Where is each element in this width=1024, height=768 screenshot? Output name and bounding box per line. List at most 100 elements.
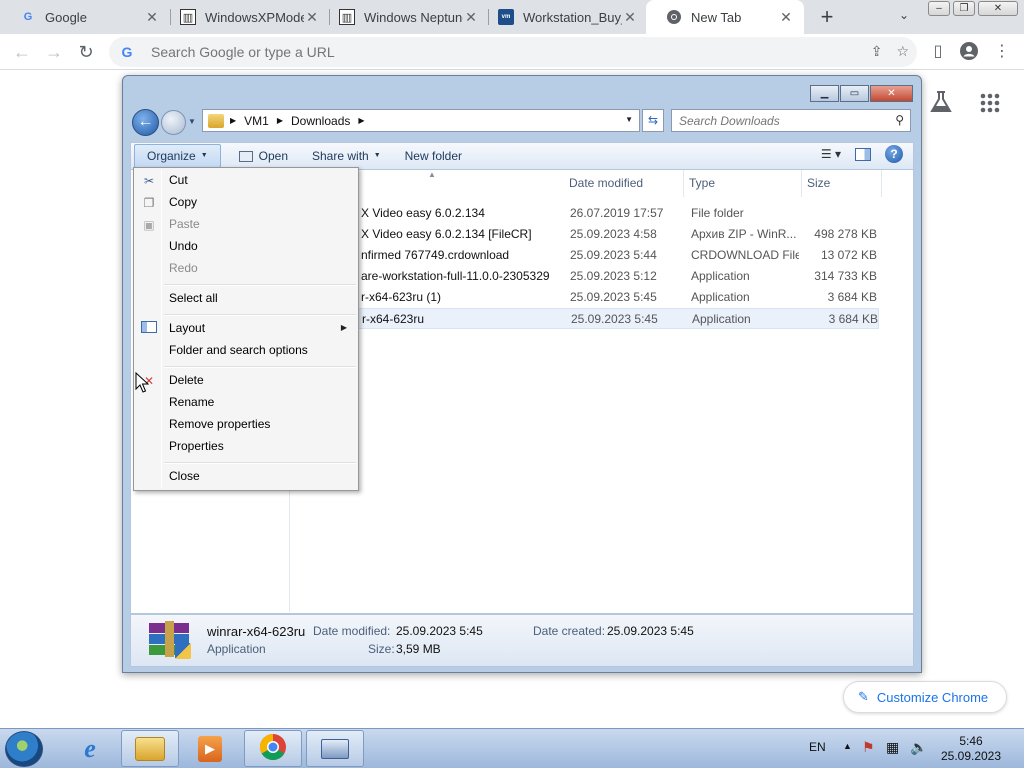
close-icon[interactable]: ✕: [778, 9, 794, 26]
open-button[interactable]: Open: [227, 144, 300, 168]
profile-avatar-icon[interactable]: [959, 42, 979, 62]
explorer-back-button[interactable]: ←: [132, 109, 159, 136]
forward-arrow-icon[interactable]: →: [42, 40, 66, 64]
open-label: Open: [258, 149, 288, 163]
file-size: 498 278 KB: [814, 227, 877, 241]
column-size[interactable]: Size: [802, 170, 882, 197]
tab-windows-neptune[interactable]: ▥ Windows Neptune ✕: [319, 0, 489, 34]
taskbar-explorer[interactable]: [121, 730, 179, 767]
customize-chrome-button[interactable]: ✎ Customize Chrome: [843, 681, 1007, 713]
column-type[interactable]: Type: [684, 170, 802, 197]
explorer-maximize-button[interactable]: ▭: [840, 85, 869, 102]
change-view-icon[interactable]: ☰ ▾: [821, 147, 841, 161]
column-date-modified[interactable]: Date modified: [564, 170, 684, 197]
explorer-forward-button[interactable]: [161, 110, 186, 135]
menu-item-label: Copy: [169, 195, 198, 209]
recent-pages-chevron-icon[interactable]: ▼: [188, 117, 196, 126]
menu-item-undo[interactable]: Undo: [137, 236, 355, 258]
menu-item-copy[interactable]: ❐ Copy: [137, 192, 355, 214]
omnibox[interactable]: G ⇪ ☆: [109, 37, 917, 67]
labs-flask-icon[interactable]: [930, 90, 952, 120]
tab-new-tab[interactable]: New Tab ✕: [646, 0, 804, 34]
tab-google[interactable]: G Google ✕: [0, 0, 170, 34]
menu-item-rename[interactable]: Rename: [137, 392, 355, 414]
menu-item-close[interactable]: Close: [137, 466, 355, 488]
maximize-button[interactable]: ❐: [953, 1, 975, 16]
taskbar-media-player[interactable]: ▶: [181, 730, 239, 767]
organize-button[interactable]: Organize ▼: [134, 144, 221, 168]
taskbar-internet-explorer[interactable]: e: [61, 730, 119, 767]
tab-title: Windows Neptune: [364, 9, 463, 25]
volume-muted-icon[interactable]: 🔈: [910, 739, 927, 756]
menu-item-select-all[interactable]: Select all: [137, 288, 355, 310]
menu-item-label: Redo: [169, 261, 198, 275]
refresh-button[interactable]: ⇆: [642, 109, 664, 132]
menu-item-cut[interactable]: ✂ Cut: [137, 170, 355, 192]
minimize-button[interactable]: –: [928, 1, 950, 16]
close-icon[interactable]: ✕: [622, 9, 638, 26]
scissors-icon: ✂: [143, 174, 155, 188]
show-hidden-icons-icon[interactable]: ▲: [843, 741, 852, 751]
menu-item-folder-options[interactable]: Folder and search options: [137, 340, 355, 362]
new-folder-button[interactable]: New folder: [393, 144, 474, 168]
google-apps-icon[interactable]: [980, 93, 1000, 119]
file-row-selected[interactable]: r-x64-623ru 25.09.2023 5:45 Application …: [291, 308, 879, 329]
close-window-button[interactable]: ✕: [978, 1, 1018, 16]
help-icon[interactable]: ?: [885, 145, 903, 163]
taskbar-chrome[interactable]: [244, 730, 302, 767]
breadcrumb-arrow-icon[interactable]: ▶: [358, 116, 364, 125]
pencil-icon: ✎: [858, 689, 869, 704]
star-icon[interactable]: ☆: [896, 43, 909, 60]
action-center-flag-icon[interactable]: ⚑: [862, 739, 875, 756]
file-date: 25.09.2023 5:44: [570, 248, 657, 262]
menu-item-layout[interactable]: Layout ▶: [137, 318, 355, 340]
breadcrumb-vm1[interactable]: VM1: [244, 114, 269, 128]
file-row[interactable]: are-workstation-full-11.0.0-2305329 25.0…: [291, 266, 879, 287]
menu-item-remove-properties[interactable]: Remove properties: [137, 414, 355, 436]
file-name: X Video easy 6.0.2.134: [361, 206, 485, 220]
reload-icon[interactable]: ↻: [74, 40, 98, 64]
menu-item-properties[interactable]: Properties: [137, 436, 355, 458]
file-row[interactable]: r-x64-623ru (1) 25.09.2023 5:45 Applicat…: [291, 287, 879, 308]
menu-item-delete[interactable]: ✕ Delete: [137, 370, 355, 392]
tab-workstation-buy[interactable]: vm Workstation_Buy_ ✕: [478, 0, 648, 34]
omnibox-input[interactable]: [151, 44, 851, 60]
language-indicator[interactable]: EN: [809, 740, 826, 754]
explorer-close-button[interactable]: ✕: [870, 85, 913, 102]
explorer-minimize-button[interactable]: ▁: [810, 85, 839, 102]
side-panel-icon[interactable]: ▯: [928, 42, 948, 62]
breadcrumb-arrow-icon[interactable]: ▶: [230, 116, 236, 125]
menu-item-label: Rename: [169, 395, 215, 409]
close-icon[interactable]: ✕: [463, 9, 479, 26]
menu-item-redo[interactable]: Redo: [137, 258, 355, 280]
breadcrumb-arrow-icon[interactable]: ▶: [277, 116, 283, 125]
system-clock[interactable]: 5:46 25.09.2023: [935, 734, 1007, 764]
keyboard-icon: [321, 738, 349, 759]
search-icon[interactable]: ⚲: [895, 113, 904, 127]
taskbar-remote-desktop[interactable]: [306, 730, 364, 767]
menu-item-paste[interactable]: ▣ Paste: [137, 214, 355, 236]
breadcrumb-downloads[interactable]: Downloads: [291, 114, 350, 128]
explorer-search-box[interactable]: ⚲: [671, 109, 911, 132]
new-tab-button[interactable]: +: [815, 4, 839, 30]
menu-separator: [164, 314, 356, 316]
address-bar[interactable]: ▶ VM1 ▶ Downloads ▶ ▼: [202, 109, 640, 132]
tab-windowsxpmode[interactable]: ▥ WindowsXPMode ✕: [160, 0, 330, 34]
tab-search-chevron-icon[interactable]: ⌄: [895, 8, 913, 26]
explorer-search-input[interactable]: [672, 113, 882, 128]
close-icon[interactable]: ✕: [304, 9, 320, 26]
network-icon[interactable]: ▦: [886, 739, 899, 756]
share-with-button[interactable]: Share with ▼: [300, 144, 393, 168]
file-row[interactable]: nfirmed 767749.crdownload 25.09.2023 5:4…: [291, 245, 879, 266]
file-row[interactable]: X Video easy 6.0.2.134 [FileCR] 25.09.20…: [291, 224, 879, 245]
close-icon[interactable]: ✕: [144, 9, 160, 26]
address-dropdown-icon[interactable]: ▼: [625, 115, 633, 124]
file-type: Application: [691, 269, 750, 283]
preview-pane-icon[interactable]: [855, 147, 871, 161]
file-row[interactable]: X Video easy 6.0.2.134 26.07.2019 17:57 …: [291, 203, 879, 224]
folder-icon: [135, 736, 165, 761]
share-icon[interactable]: ⇪: [871, 43, 883, 60]
chrome-menu-icon[interactable]: ⋮: [992, 42, 1012, 62]
back-arrow-icon[interactable]: ←: [10, 40, 34, 64]
start-button[interactable]: [5, 731, 43, 767]
